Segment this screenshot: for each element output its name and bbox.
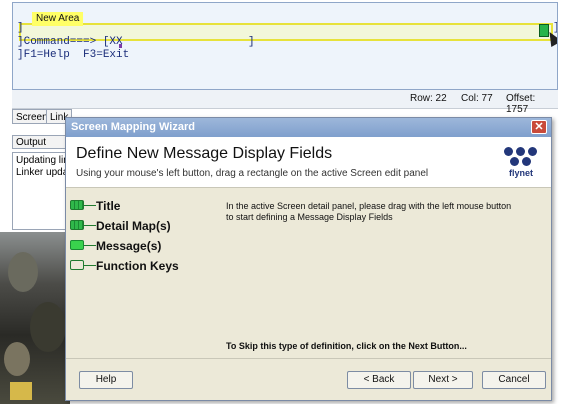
dialog-title: Screen Mapping Wizard xyxy=(71,121,195,133)
step-label: Detail Map(s) xyxy=(96,219,171,233)
row-indicator: Row: 22 xyxy=(410,93,447,104)
command-line: ]Command===> [XX ] xyxy=(17,36,255,48)
cursor-marker xyxy=(119,44,122,48)
screen-mapping-wizard-dialog: Screen Mapping Wizard ✕ Define New Messa… xyxy=(65,117,552,401)
step-status-icon xyxy=(70,260,84,270)
back-button[interactable]: < Back xyxy=(347,371,411,389)
log-line: Updating link xyxy=(16,155,67,166)
screen-line-1: ] xyxy=(17,22,24,34)
dialog-header: Define New Message Display Fields Using … xyxy=(66,137,551,188)
folder-icon xyxy=(10,382,32,400)
close-button[interactable]: ✕ xyxy=(531,120,547,134)
col-indicator: Col: 77 xyxy=(461,93,493,104)
step-detail-maps: Detail Map(s) xyxy=(70,219,210,233)
desktop-wallpaper-image xyxy=(0,232,70,404)
step-label: Title xyxy=(96,199,121,213)
function-keys-line: ]F1=Help F3=Exit xyxy=(17,49,130,61)
next-button[interactable]: Next > xyxy=(413,371,473,389)
screen-line-1-right: ] xyxy=(553,22,557,34)
tab-strip: Screen Link xyxy=(12,109,73,125)
page-subtitle: Using your mouse's left button, drag a r… xyxy=(76,168,429,179)
new-area-tag: New Area xyxy=(32,12,84,26)
dialog-footer: Help < Back Next > Cancel xyxy=(66,358,551,403)
dialog-body: Title Detail Map(s) Message(s) Function … xyxy=(66,188,551,356)
log-line: Linker updat xyxy=(16,167,68,178)
step-messages: Message(s) xyxy=(70,239,210,253)
step-title: Title xyxy=(70,199,210,213)
step-function-keys: Function Keys xyxy=(70,259,210,273)
logo-text: flynet xyxy=(508,168,533,178)
step-status-icon xyxy=(70,200,84,210)
step-label: Function Keys xyxy=(96,259,179,273)
page-title: Define New Message Display Fields xyxy=(76,145,333,162)
status-bar: Row: 22 Col: 77 Offset: 1757 xyxy=(12,90,558,115)
flynet-logo: flynet xyxy=(501,147,541,181)
output-log: Updating link Linker updat xyxy=(12,152,68,230)
cancel-button[interactable]: Cancel xyxy=(482,371,546,389)
skip-hint: To Skip this type of definition, click o… xyxy=(226,341,467,351)
dialog-title-bar[interactable]: Screen Mapping Wizard ✕ xyxy=(66,118,551,137)
step-status-icon xyxy=(70,240,84,250)
instruction-text: In the active Screen detail panel, pleas… xyxy=(226,201,512,222)
step-status-icon xyxy=(70,220,84,230)
offset-indicator: Offset: 1757 xyxy=(506,93,536,115)
output-tab[interactable]: Output xyxy=(12,135,67,149)
help-button[interactable]: Help xyxy=(79,371,133,389)
screen-edit-panel[interactable]: New Area ] ] ]Command===> [XX ] ]F1=Help… xyxy=(12,2,558,90)
step-label: Message(s) xyxy=(96,239,162,253)
